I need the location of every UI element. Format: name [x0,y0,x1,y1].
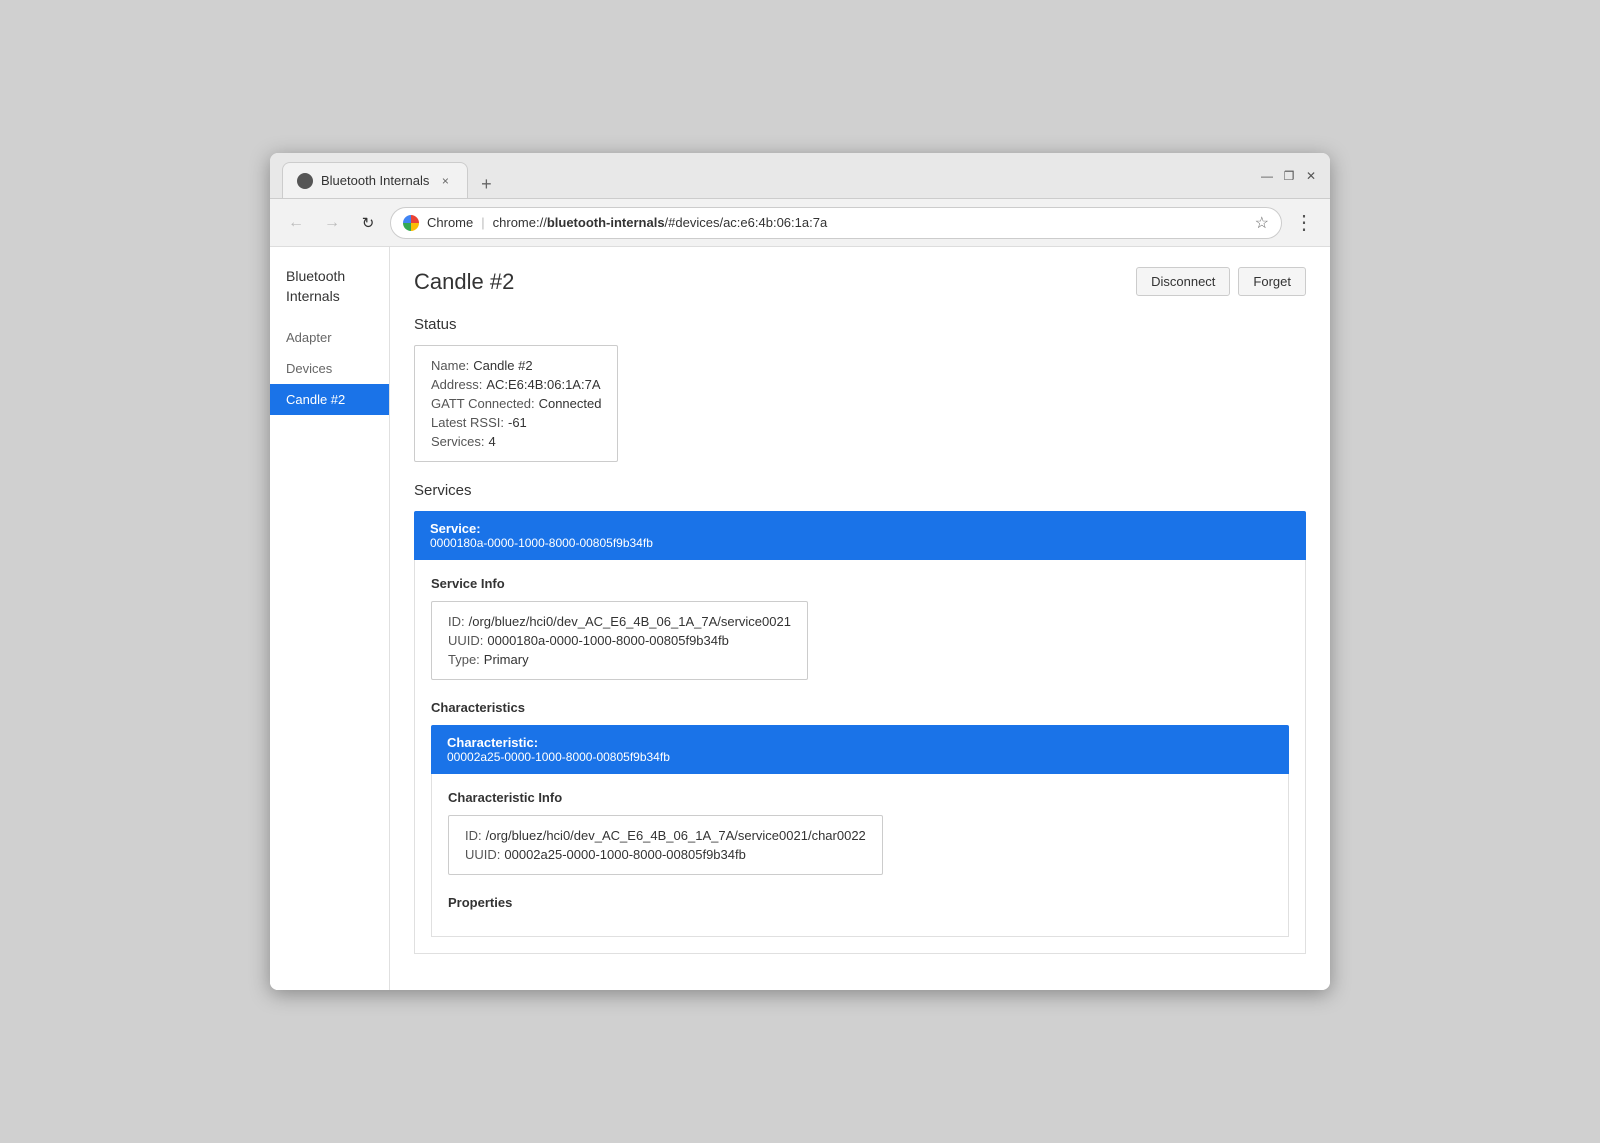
more-options-button[interactable]: ⋮ [1290,206,1318,239]
title-bar: Bluetooth Internals × + — ❐ ✕ [270,153,1330,199]
characteristic-bar[interactable]: Characteristic: 00002a25-0000-1000-8000-… [431,725,1289,774]
back-button[interactable]: ← [282,209,310,237]
address-separator: | [481,215,484,230]
characteristic-bar-label: Characteristic: [447,735,1273,750]
address-bold-part: bluetooth-internals [547,215,665,230]
new-tab-button[interactable]: + [472,170,500,198]
tab-title: Bluetooth Internals [321,173,429,188]
active-tab[interactable]: Bluetooth Internals × [282,162,468,198]
service-uuid-row: UUID: 0000180a-0000-1000-8000-00805f9b34… [448,633,791,648]
char-uuid-value: 00002a25-0000-1000-8000-00805f9b34fb [504,847,745,862]
char-id-value: /org/bluez/hci0/dev_AC_E6_4B_06_1A_7A/se… [486,828,866,843]
maximize-button[interactable]: ❐ [1282,169,1296,183]
address-url: chrome://bluetooth-internals/#devices/ac… [493,215,828,230]
header-buttons: Disconnect Forget [1136,267,1306,296]
window-controls: — ❐ ✕ [1260,169,1318,183]
rssi-label: Latest RSSI: [431,415,504,430]
service-bar[interactable]: Service: 0000180a-0000-1000-8000-00805f9… [414,511,1306,560]
status-rssi-row: Latest RSSI: -61 [431,415,601,430]
sidebar: Bluetooth Internals Adapter Devices Cand… [270,247,390,990]
chrome-icon [403,215,419,231]
char-id-row: ID: /org/bluez/hci0/dev_AC_E6_4B_06_1A_7… [465,828,866,843]
tab-close-button[interactable]: × [437,173,453,189]
address-rest-part: /#devices/ac:e6:4b:06:1a:7a [665,215,828,230]
services-section-title: Services [414,482,1306,499]
sidebar-item-adapter[interactable]: Adapter [270,322,389,353]
char-uuid-row: UUID: 00002a25-0000-1000-8000-00805f9b34… [465,847,866,862]
name-label: Name: [431,358,469,373]
characteristic-bar-uuid: 00002a25-0000-1000-8000-00805f9b34fb [447,750,1273,764]
services-value: 4 [488,434,495,449]
forget-button[interactable]: Forget [1238,267,1306,296]
service-info-title: Service Info [431,576,1289,591]
tab-favicon [297,173,313,189]
disconnect-button[interactable]: Disconnect [1136,267,1230,296]
properties-title: Properties [448,895,1272,910]
service-type-row: Type: Primary [448,652,791,667]
char-info-box: ID: /org/bluez/hci0/dev_AC_E6_4B_06_1A_7… [448,815,883,875]
rssi-value: -61 [508,415,527,430]
content-area: Bluetooth Internals Adapter Devices Cand… [270,247,1330,990]
page-title: Candle #2 [414,269,514,295]
service-id-value: /org/bluez/hci0/dev_AC_E6_4B_06_1A_7A/se… [469,614,791,629]
forward-button[interactable]: → [318,209,346,237]
gatt-label: GATT Connected: [431,396,535,411]
service-uuid-label: UUID: [448,633,483,648]
status-address-row: Address: AC:E6:4B:06:1A:7A [431,377,601,392]
status-services-row: Services: 4 [431,434,601,449]
char-id-label: ID: [465,828,482,843]
sidebar-nav: Adapter Devices Candle #2 [270,322,389,415]
address-label: Address: [431,377,482,392]
service-bar-label: Service: [430,521,1290,536]
sidebar-item-candle2[interactable]: Candle #2 [270,384,389,415]
refresh-button[interactable]: ↻ [354,209,382,237]
status-info-box: Name: Candle #2 Address: AC:E6:4B:06:1A:… [414,345,618,462]
tab-area: Bluetooth Internals × + [282,153,1260,198]
minimize-button[interactable]: — [1260,169,1274,183]
status-section-title: Status [414,316,1306,333]
service-uuid-value: 0000180a-0000-1000-8000-00805f9b34fb [487,633,728,648]
characteristics-title: Characteristics [431,700,1289,715]
service-section: Service: 0000180a-0000-1000-8000-00805f9… [414,511,1306,954]
sidebar-title: Bluetooth Internals [270,267,389,322]
char-uuid-label: UUID: [465,847,500,862]
name-value: Candle #2 [473,358,532,373]
service-type-value: Primary [484,652,529,667]
address-bar[interactable]: Chrome | chrome://bluetooth-internals/#d… [390,207,1282,239]
service-content: Service Info ID: /org/bluez/hci0/dev_AC_… [414,560,1306,954]
service-id-row: ID: /org/bluez/hci0/dev_AC_E6_4B_06_1A_7… [448,614,791,629]
status-gatt-row: GATT Connected: Connected [431,396,601,411]
service-info-box: ID: /org/bluez/hci0/dev_AC_E6_4B_06_1A_7… [431,601,808,680]
browser-window: Bluetooth Internals × + — ❐ ✕ ← → ↻ Chro… [270,153,1330,990]
services-label: Services: [431,434,484,449]
service-type-label: Type: [448,652,480,667]
main-content: Candle #2 Disconnect Forget Status Name:… [390,247,1330,990]
bookmark-star-icon[interactable]: ☆ [1255,213,1269,233]
browser-brand: Chrome [427,215,473,230]
status-name-row: Name: Candle #2 [431,358,601,373]
address-value: AC:E6:4B:06:1A:7A [486,377,600,392]
characteristic-content: Characteristic Info ID: /org/bluez/hci0/… [431,774,1289,937]
service-bar-uuid: 0000180a-0000-1000-8000-00805f9b34fb [430,536,1290,550]
toolbar: ← → ↻ Chrome | chrome://bluetooth-intern… [270,199,1330,247]
gatt-value: Connected [539,396,602,411]
service-id-label: ID: [448,614,465,629]
page-header: Candle #2 Disconnect Forget [414,267,1306,296]
char-info-title: Characteristic Info [448,790,1272,805]
sidebar-item-devices[interactable]: Devices [270,353,389,384]
close-button[interactable]: ✕ [1304,169,1318,183]
